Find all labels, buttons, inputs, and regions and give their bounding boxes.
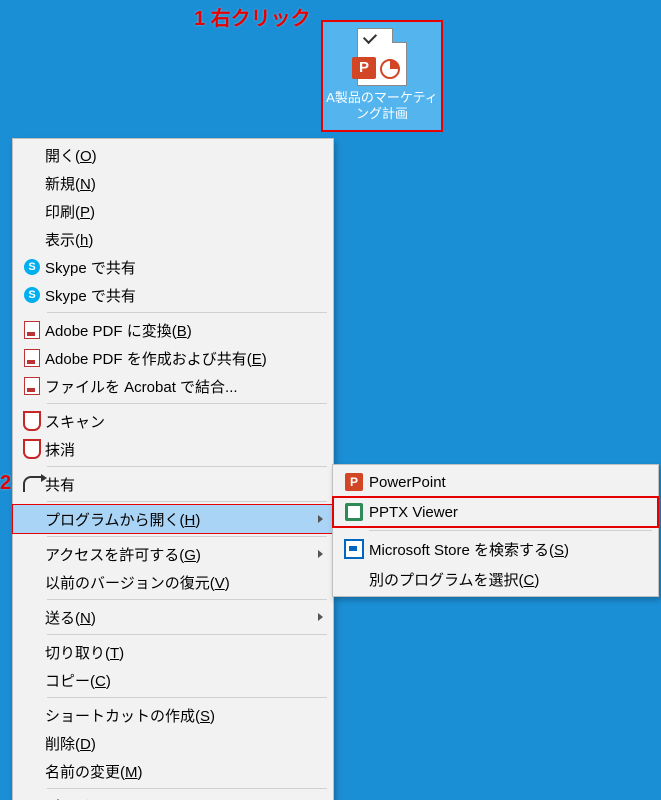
menu-print[interactable]: 印刷(P) bbox=[13, 197, 333, 225]
menu-acrobat-combine[interactable]: ファイルを Acrobat で結合... bbox=[13, 372, 333, 400]
menu-show[interactable]: 表示(h) bbox=[13, 225, 333, 253]
menu-create-shortcut[interactable]: ショートカットの作成(S) bbox=[13, 701, 333, 729]
menu-separator bbox=[47, 599, 327, 600]
pdf-icon bbox=[24, 321, 40, 339]
menu-new[interactable]: 新規(N) bbox=[13, 169, 333, 197]
menu-separator bbox=[47, 634, 327, 635]
menu-separator bbox=[47, 697, 327, 698]
desktop-file-icon[interactable]: P A製品のマーケティング計画 bbox=[323, 22, 441, 130]
menu-open-with[interactable]: プログラムから開く(H) bbox=[13, 505, 333, 533]
share-icon bbox=[23, 476, 41, 492]
powerpoint-file-icon: P bbox=[357, 28, 407, 86]
menu-delete[interactable]: 削除(D) bbox=[13, 729, 333, 757]
checkmark-icon bbox=[363, 30, 377, 44]
pptx-viewer-icon bbox=[345, 503, 363, 521]
annotation-1: 1 右クリック bbox=[194, 2, 311, 31]
skype-icon: S bbox=[24, 259, 40, 275]
menu-separator bbox=[47, 536, 327, 537]
menu-adobe-pdf-convert[interactable]: Adobe PDF に変換(B) bbox=[13, 316, 333, 344]
menu-previous-versions[interactable]: 以前のバージョンの復元(V) bbox=[13, 568, 333, 596]
menu-separator bbox=[47, 788, 327, 789]
submenu-choose-another-program[interactable]: 別のプログラムを選択(C) bbox=[333, 564, 658, 594]
menu-open[interactable]: 開く(O) bbox=[13, 141, 333, 169]
menu-separator bbox=[369, 530, 652, 531]
submenu-arrow-icon bbox=[318, 515, 323, 523]
submenu-pptx-viewer[interactable]: PPTX Viewer bbox=[333, 497, 658, 527]
pdf-icon bbox=[24, 377, 40, 395]
powerpoint-icon: P bbox=[345, 473, 363, 491]
menu-skype-share-2[interactable]: S Skype で共有 bbox=[13, 281, 333, 309]
menu-skype-share-1[interactable]: S Skype で共有 bbox=[13, 253, 333, 281]
powerpoint-slide-icon bbox=[380, 59, 400, 79]
submenu-arrow-icon bbox=[318, 550, 323, 558]
menu-cut[interactable]: 切り取り(T) bbox=[13, 638, 333, 666]
menu-separator bbox=[47, 403, 327, 404]
menu-adobe-pdf-create-share[interactable]: Adobe PDF を作成および共有(E) bbox=[13, 344, 333, 372]
mcafee-shield-icon bbox=[23, 411, 41, 431]
menu-separator bbox=[47, 501, 327, 502]
menu-rename[interactable]: 名前の変更(M) bbox=[13, 757, 333, 785]
skype-icon: S bbox=[24, 287, 40, 303]
menu-separator bbox=[47, 312, 327, 313]
menu-grant-access[interactable]: アクセスを許可する(G) bbox=[13, 540, 333, 568]
pdf-icon bbox=[24, 349, 40, 367]
submenu-arrow-icon bbox=[318, 613, 323, 621]
submenu-search-store[interactable]: Microsoft Store を検索する(S) bbox=[333, 534, 658, 564]
menu-properties[interactable]: プロパティ(R) bbox=[13, 792, 333, 800]
annotation-2: 2 bbox=[0, 472, 11, 495]
menu-erase[interactable]: 抹消 bbox=[13, 435, 333, 463]
submenu-powerpoint[interactable]: P PowerPoint bbox=[333, 467, 658, 497]
menu-send-to[interactable]: 送る(N) bbox=[13, 603, 333, 631]
powerpoint-badge-icon: P bbox=[352, 57, 376, 79]
open-with-submenu: P PowerPoint PPTX Viewer Microsoft Store… bbox=[332, 464, 659, 597]
menu-scan[interactable]: スキャン bbox=[13, 407, 333, 435]
menu-share[interactable]: 共有 bbox=[13, 470, 333, 498]
ms-store-icon bbox=[344, 539, 364, 559]
menu-separator bbox=[47, 466, 327, 467]
mcafee-shield-icon bbox=[23, 439, 41, 459]
desktop-file-label: A製品のマーケティング計画 bbox=[323, 90, 441, 122]
menu-copy[interactable]: コピー(C) bbox=[13, 666, 333, 694]
context-menu: 開く(O) 新規(N) 印刷(P) 表示(h) S Skype で共有 S Sk… bbox=[12, 138, 334, 800]
